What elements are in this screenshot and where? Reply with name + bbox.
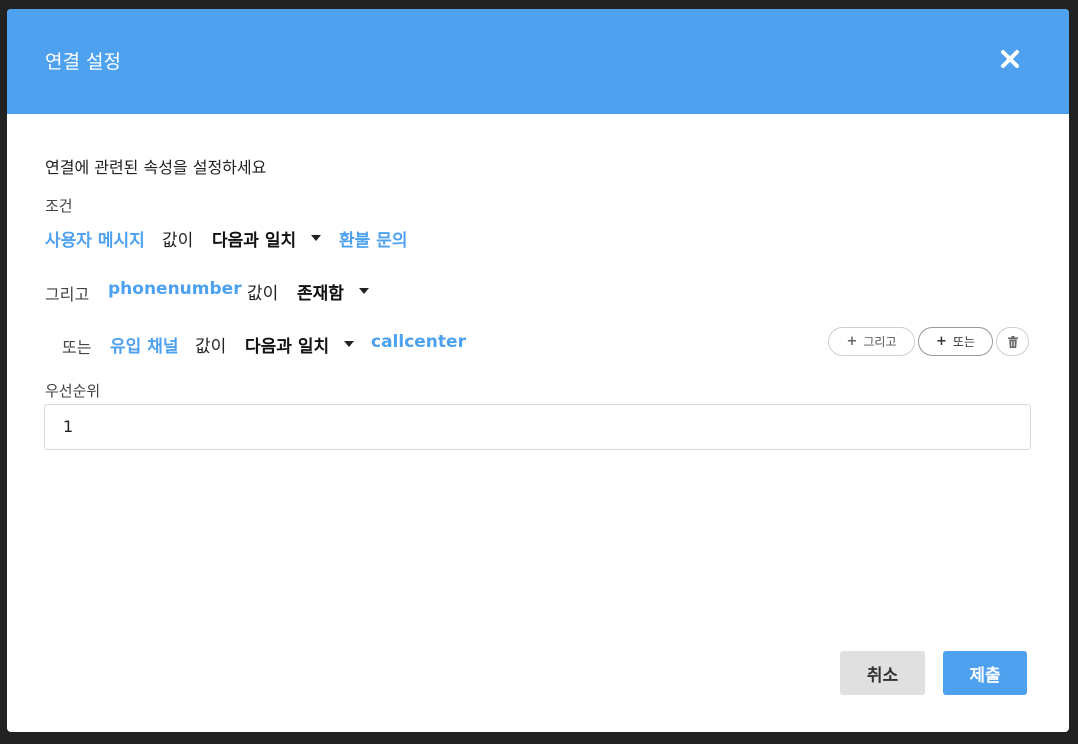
condition-target-value[interactable]: callcenter bbox=[371, 332, 466, 352]
add-or-label: 또는 bbox=[952, 335, 975, 349]
add-and-condition-button[interactable]: + 그리고 bbox=[828, 327, 915, 356]
plus-icon: + bbox=[846, 334, 858, 349]
connector-or-label: 또는 bbox=[62, 338, 92, 357]
condition-value-word: 값이 bbox=[195, 337, 227, 357]
priority-label: 우선순위 bbox=[45, 382, 101, 400]
submit-button[interactable]: 제출 bbox=[943, 651, 1027, 695]
add-or-condition-button[interactable]: + 또는 bbox=[918, 327, 993, 356]
delete-condition-button[interactable] bbox=[996, 327, 1029, 356]
condition-field-phonenumber[interactable]: phonenumber bbox=[108, 279, 242, 299]
chevron-down-icon[interactable] bbox=[311, 235, 321, 241]
condition-value-word: 값이 bbox=[162, 231, 194, 251]
condition-field-inflow-channel[interactable]: 유입 채널 bbox=[110, 332, 178, 357]
close-button[interactable] bbox=[998, 47, 1022, 71]
plus-icon: + bbox=[936, 334, 947, 349]
condition-target-value[interactable]: 환불 문의 bbox=[339, 226, 407, 251]
dialog-description: 연결에 관련된 속성을 설정하세요 bbox=[45, 158, 267, 177]
trash-icon bbox=[1007, 335, 1018, 348]
chevron-down-icon[interactable] bbox=[359, 288, 369, 294]
condition-label: 조건 bbox=[45, 197, 73, 215]
connector-and-label: 그리고 bbox=[45, 285, 90, 304]
condition-value-word: 값이 bbox=[247, 284, 279, 304]
connection-settings-dialog: 연결 설정 연결에 관련된 속성을 설정하세요 조건 사용자 메시지 값이 다음… bbox=[7, 9, 1069, 732]
cancel-button[interactable]: 취소 bbox=[840, 651, 925, 695]
priority-input[interactable]: 1 bbox=[44, 404, 1031, 450]
dialog-header: 연결 설정 bbox=[7, 9, 1069, 114]
close-icon bbox=[1001, 50, 1019, 68]
condition-operator-select[interactable]: 존재함 bbox=[297, 279, 344, 304]
add-and-label: 그리고 bbox=[863, 335, 897, 349]
condition-field-user-message[interactable]: 사용자 메시지 bbox=[45, 226, 145, 251]
condition-operator-select[interactable]: 다음과 일치 bbox=[212, 226, 296, 251]
condition-operator-select[interactable]: 다음과 일치 bbox=[245, 332, 329, 357]
dialog-title: 연결 설정 bbox=[45, 51, 121, 73]
chevron-down-icon[interactable] bbox=[344, 341, 354, 347]
